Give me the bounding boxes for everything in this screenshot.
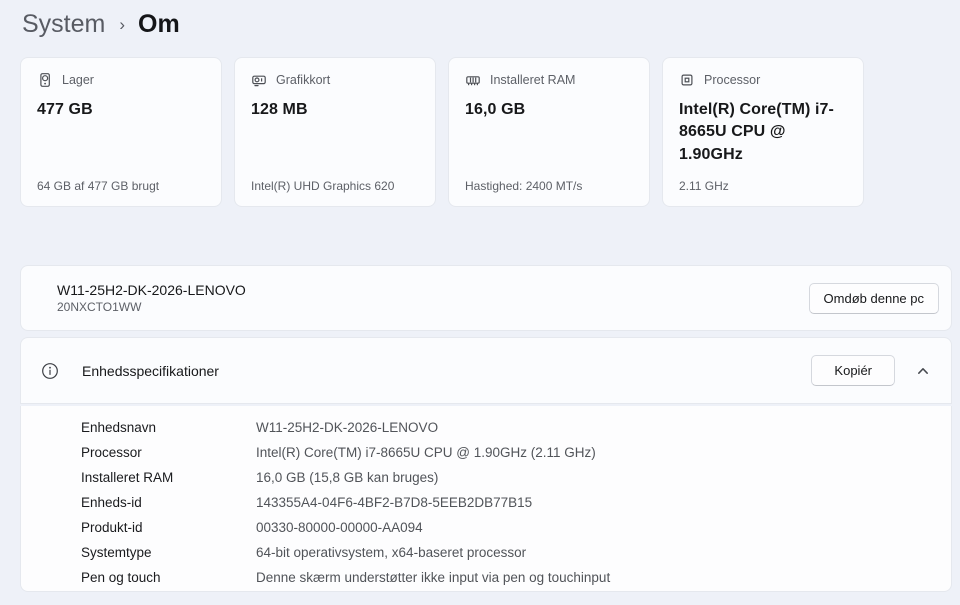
device-name: W11-25H2-DK-2026-LENOVO [57,282,246,298]
card-caption: Intel(R) UHD Graphics 620 [251,179,419,193]
card-value: 128 MB [251,99,419,121]
breadcrumb-system[interactable]: System [22,10,105,39]
spec-value: 00330-80000-00000-AA094 [256,520,423,535]
chevron-up-icon[interactable] [910,358,936,384]
spec-value: W11-25H2-DK-2026-LENOVO [256,420,438,435]
gpu-card: Grafikkort 128 MB Intel(R) UHD Graphics … [234,57,436,207]
device-specs-content: Enhedsnavn W11-25H2-DK-2026-LENOVO Proce… [20,406,952,592]
device-specs-title: Enhedsspecifikationer [82,363,219,379]
device-model: 20NXCTO1WW [57,300,246,314]
spec-value: Denne skærm understøtter ikke input via … [256,570,610,585]
spec-value: 64-bit operativsystem, x64-baseret proce… [256,545,526,560]
processor-card: Processor Intel(R) Core(TM) i7-8665U CPU… [662,57,864,207]
card-label: Processor [704,73,760,87]
card-label: Lager [62,73,94,87]
spec-label: Produkt-id [81,520,256,535]
page-title: Om [138,10,180,39]
card-value: 477 GB [37,99,205,121]
card-value: 16,0 GB [465,99,633,121]
ram-card: Installeret RAM 16,0 GB Hastighed: 2400 … [448,57,650,207]
spec-label: Enhedsnavn [81,420,256,435]
spec-row-pen-touch: Pen og touch Denne skærm understøtter ik… [81,565,951,590]
info-icon [41,362,59,380]
spec-label: Processor [81,445,256,460]
card-caption: 2.11 GHz [679,179,847,193]
spec-label: Pen og touch [81,570,256,585]
gpu-icon [251,72,267,88]
cpu-icon [679,72,695,88]
spec-value: 143355A4-04F6-4BF2-B7D8-5EEB2DB77B15 [256,495,532,510]
spec-row-product-id: Produkt-id 00330-80000-00000-AA094 [81,515,951,540]
card-value: Intel(R) Core(TM) i7-8665U CPU @ 1.90GHz [679,99,847,166]
spec-row-device-name: Enhedsnavn W11-25H2-DK-2026-LENOVO [81,415,951,440]
breadcrumb: System › Om [22,5,960,43]
spec-row-ram: Installeret RAM 16,0 GB (15,8 GB kan bru… [81,465,951,490]
card-caption: 64 GB af 477 GB brugt [37,179,205,193]
rename-pc-button[interactable]: Omdøb denne pc [809,283,939,314]
card-label: Grafikkort [276,73,330,87]
spec-row-processor: Processor Intel(R) Core(TM) i7-8665U CPU… [81,440,951,465]
storage-icon [37,72,53,88]
storage-card: Lager 477 GB 64 GB af 477 GB brugt [20,57,222,207]
spec-label: Installeret RAM [81,470,256,485]
card-caption: Hastighed: 2400 MT/s [465,179,633,193]
device-name-block: W11-25H2-DK-2026-LENOVO 20NXCTO1WW [57,282,246,314]
summary-cards: Lager 477 GB 64 GB af 477 GB brugt Grafi… [20,57,952,207]
spec-value: Intel(R) Core(TM) i7-8665U CPU @ 1.90GHz… [256,445,596,460]
spec-row-device-id: Enheds-id 143355A4-04F6-4BF2-B7D8-5EEB2D… [81,490,951,515]
device-specs-expander-header[interactable]: Enhedsspecifikationer Kopiér [20,337,952,404]
copy-button[interactable]: Kopiér [811,355,895,386]
device-name-panel: W11-25H2-DK-2026-LENOVO 20NXCTO1WW Omdøb… [20,265,952,331]
ram-icon [465,72,481,88]
card-label: Installeret RAM [490,73,575,87]
spec-label: Enheds-id [81,495,256,510]
spec-value: 16,0 GB (15,8 GB kan bruges) [256,470,438,485]
spec-label: Systemtype [81,545,256,560]
breadcrumb-chevron-icon: › [119,15,125,35]
spec-row-system-type: Systemtype 64-bit operativsystem, x64-ba… [81,540,951,565]
